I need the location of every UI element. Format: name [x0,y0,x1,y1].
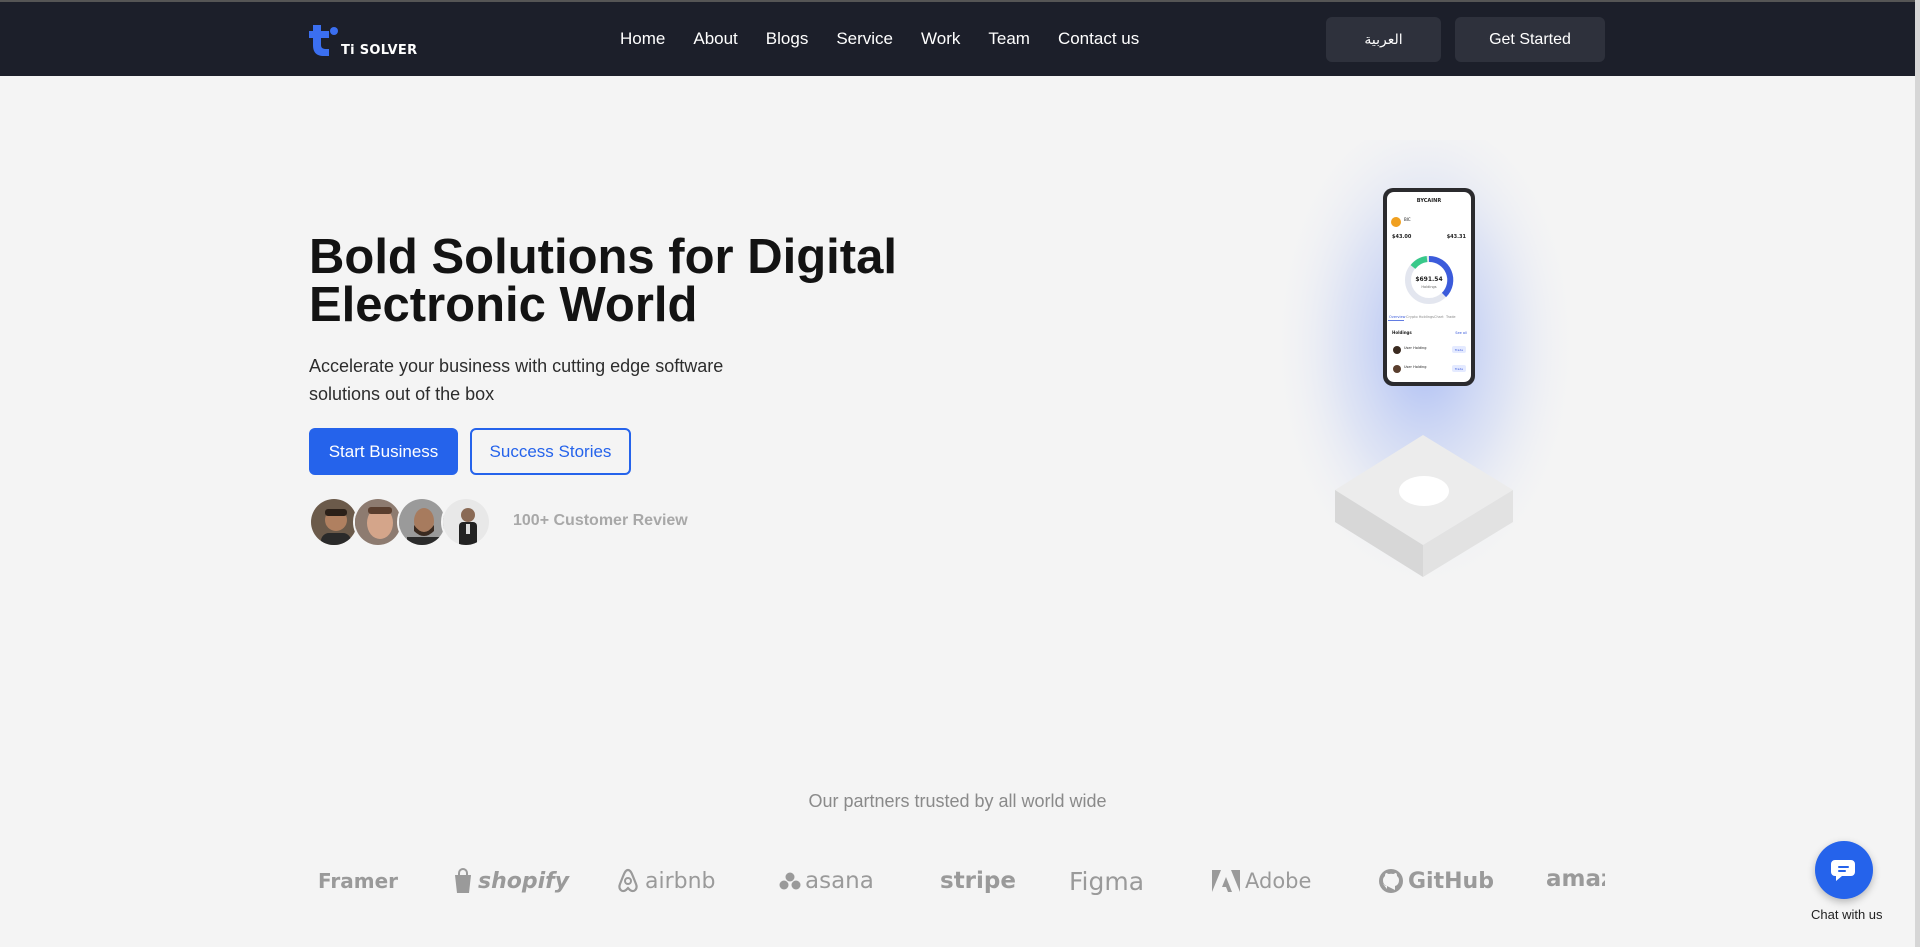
phone-row-0: User Holding [1404,346,1426,350]
partner-logo-stripe: stripe [940,860,1016,902]
avatar [353,497,403,547]
phone-tab-3: Trade [1445,315,1456,319]
phone-tab-0: Overview [1389,315,1406,319]
partner-logo-label: shopify [478,868,570,894]
partner-logo-label: Framer [318,869,399,893]
partner-logo-label: Figma [1069,866,1145,896]
adobe-icon [1212,870,1240,892]
phone-coin: BIC [1404,217,1411,222]
partner-logo-amazon: amazon [1546,860,1605,902]
partner-logo-adobe: Adobe [1211,860,1311,902]
nav-link-service[interactable]: Service [836,29,893,49]
nav-link-work[interactable]: Work [921,29,960,49]
phone-total-label: Holdings [1421,285,1436,289]
chat-label: Chat with us [1811,907,1883,922]
partner-logo-label: stripe [940,868,1016,894]
hero-subtitle: Accelerate your business with cutting ed… [309,356,724,404]
partner-logo-figma: Figma [1069,860,1144,902]
customer-avatars [309,497,494,547]
customer-review-count: 100+ Customer Review [513,512,688,529]
phone-row-1: User Holding [1404,365,1426,369]
success-stories-button[interactable]: Success Stories [470,428,631,475]
avatar [397,497,447,547]
phone-row-btn: Trade [1454,367,1463,371]
partner-logo-label: amazon [1546,866,1605,892]
partner-logo-label: airbnb [645,868,716,894]
partner-logo-label: GitHub [1408,868,1494,894]
partner-logo-asana: asana [779,860,874,902]
partner-logo-shopify: shopify [452,860,569,902]
logo-icon [309,25,338,56]
brand-logo[interactable]: Ti SOLVER [309,23,418,58]
partner-logo-github: GitHub [1378,860,1494,902]
phone-value-right: $43.31 [1447,234,1467,240]
nav-link-blogs[interactable]: Blogs [766,29,809,49]
get-started-button[interactable]: Get Started [1455,17,1605,62]
main-nav: Home About Blogs Service Work Team Conta… [620,2,1139,76]
chat-widget: Chat with us [1811,840,1892,930]
hero-illustration: BYCAINR BIC $43.00 $43.31 $691.54 Holdin… [1270,120,1580,620]
phone-total: $691.54 [1415,276,1442,283]
nav-link-about[interactable]: About [693,29,737,49]
top-navbar: Ti SOLVER Home About Blogs Service Work … [0,0,1920,76]
partners-title: Our partners trusted by all world wide [808,791,1107,811]
partner-logo-framer: Framer [318,860,398,902]
page-scrollbar[interactable] [1915,0,1920,947]
partner-logo-label: asana [805,868,874,894]
partner-logo-label: Adobe [1245,869,1312,893]
github-icon [1379,869,1403,893]
avatar [309,497,359,547]
phone-row-btn: Trade [1454,348,1463,352]
asana-icon [779,872,801,890]
phone-see-all: See all [1455,331,1467,335]
phone-header: BYCAINR [1417,198,1442,204]
phone-tab-1: Crypto Holdings [1406,315,1434,319]
chat-bubbles-icon [1831,860,1855,881]
partner-logos: Framer shopify airbnb asana stripe Figma… [309,860,1605,902]
start-business-button[interactable]: Start Business [309,428,458,475]
phone-section: Holdings [1392,330,1412,335]
airbnb-icon [618,868,638,893]
nav-link-contact[interactable]: Contact us [1058,29,1139,49]
nav-link-team[interactable]: Team [988,29,1030,49]
nav-link-home[interactable]: Home [620,29,665,49]
shopify-bag-icon [455,868,471,893]
language-button[interactable]: العربية [1326,17,1441,62]
phone-value-left: $43.00 [1392,234,1412,240]
partner-logo-airbnb: airbnb [615,860,716,902]
chat-button[interactable] [1815,841,1873,899]
logo-text: Ti SOLVER [341,43,418,58]
avatar [441,497,491,547]
phone-tab-2: Chart [1434,315,1444,319]
hero-title: Bold Solutions for Digital Electronic Wo… [309,230,897,332]
